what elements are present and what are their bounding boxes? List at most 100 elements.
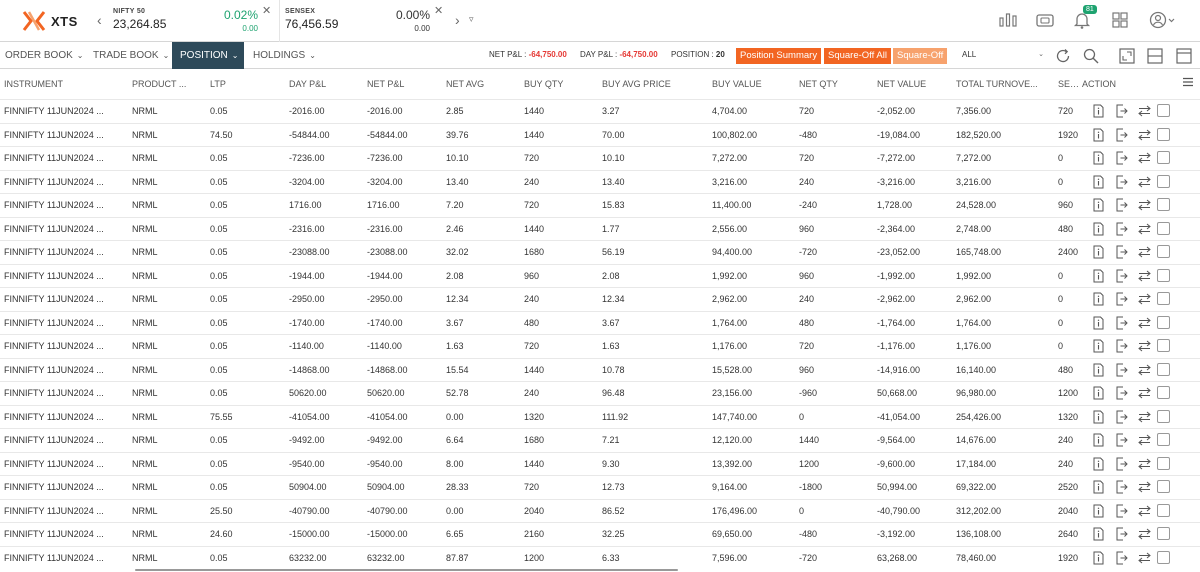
table-row[interactable]: FINNIFTY 11JUN2024 ... NRML 0.05 -9540.00 -9… [0,451,1200,476]
convert-icon[interactable] [1138,151,1151,165]
row-select-checkbox[interactable] [1157,198,1170,211]
table-row[interactable]: FINNIFTY 11JUN2024 ... NRML 0.05 -7236.00 -7… [0,146,1200,170]
row-select-checkbox[interactable] [1157,245,1170,258]
convert-icon[interactable] [1138,410,1151,424]
exit-icon[interactable] [1115,292,1128,306]
table-row[interactable]: FINNIFTY 11JUN2024 ... NRML 0.05 1716.00 171… [0,193,1200,217]
exit-icon[interactable] [1115,128,1128,142]
info-doc-icon[interactable] [1092,198,1105,212]
wallet-icon[interactable] [1035,10,1055,30]
ticker-next-icon[interactable]: › [455,12,460,28]
exchange-filter-select[interactable]: ALL ⌄ [962,50,1044,59]
info-doc-icon[interactable] [1092,292,1105,306]
square-off-all-button[interactable]: Square-Off All [824,48,891,64]
grid-icon[interactable] [1110,10,1130,30]
info-doc-icon[interactable] [1092,128,1105,142]
exit-icon[interactable] [1115,222,1128,236]
user-icon[interactable] [1148,10,1176,30]
row-select-checkbox[interactable] [1157,503,1170,517]
ticker-sensex[interactable]: SENSEX 76,456.59 [285,8,338,31]
tab-order-book[interactable]: ORDER BOOK ⌄ [5,42,84,69]
info-doc-icon[interactable] [1092,316,1105,330]
ticker-prev-icon[interactable]: ‹ [97,12,102,28]
info-doc-icon[interactable] [1092,175,1105,189]
row-select-checkbox[interactable] [1157,268,1170,282]
info-doc-icon[interactable] [1092,339,1105,353]
table-row[interactable]: FINNIFTY 11JUN2024 ... NRML 24.60 -15000.00… [0,522,1200,546]
row-select-checkbox[interactable] [1157,362,1170,376]
info-doc-icon[interactable] [1092,527,1105,541]
col-total-turnover[interactable]: TOTAL TURNOVE... [956,70,1051,98]
table-row[interactable]: FINNIFTY 11JUN2024 ... NRML 0.05 -1944.00 -1… [0,263,1200,288]
exit-icon[interactable] [1115,527,1128,541]
table-row[interactable]: FINNIFTY 11JUN2024 ... NRML 0.05 -3204.00 -3… [0,169,1200,194]
convert-icon[interactable] [1138,245,1151,259]
ticker-nifty[interactable]: NIFTY 50 23,264.85 [113,8,166,31]
info-doc-icon[interactable] [1092,480,1105,494]
column-menu-icon[interactable] [1182,76,1194,88]
convert-icon[interactable] [1138,104,1151,118]
table-row[interactable]: FINNIFTY 11JUN2024 ... NRML 75.55 -41054.00… [0,404,1200,429]
exit-icon[interactable] [1115,551,1128,565]
convert-icon[interactable] [1138,480,1151,494]
info-doc-icon[interactable] [1092,151,1105,165]
row-select-checkbox[interactable] [1157,315,1170,329]
info-doc-icon[interactable] [1092,269,1105,283]
exit-icon[interactable] [1115,433,1128,447]
table-row[interactable]: FINNIFTY 11JUN2024 ... NRML 0.05 -23088.00 -… [0,240,1200,264]
convert-icon[interactable] [1138,175,1151,189]
row-select-checkbox[interactable] [1157,409,1170,423]
convert-icon[interactable] [1138,339,1151,353]
square-off-button[interactable]: Square-Off [893,48,948,64]
convert-icon[interactable] [1138,551,1151,565]
expand-icon[interactable] [1118,47,1136,65]
convert-icon[interactable] [1138,433,1151,447]
col-net-value[interactable]: NET VALUE [877,70,947,98]
row-select-checkbox[interactable] [1157,104,1170,117]
info-doc-icon[interactable] [1092,551,1105,565]
exit-icon[interactable] [1115,504,1128,518]
convert-icon[interactable] [1138,198,1151,212]
col-buy-qty[interactable]: BUY QTY [524,70,594,98]
exit-icon[interactable] [1115,457,1128,471]
col-buy-value[interactable]: BUY VALUE [712,70,792,98]
layout-icon[interactable] [1146,47,1164,65]
table-row[interactable]: FINNIFTY 11JUN2024 ... NRML 0.05 -9492.00 -9… [0,428,1200,452]
table-row[interactable]: FINNIFTY 11JUN2024 ... NRML 0.05 50620.00 50… [0,381,1200,405]
table-row[interactable]: FINNIFTY 11JUN2024 ... NRML 0.05 -2950.00 -2… [0,287,1200,311]
row-select-checkbox[interactable] [1157,527,1170,540]
row-select-checkbox[interactable] [1157,550,1170,564]
tab-holdings[interactable]: HOLDINGS ⌄ [253,42,316,69]
col-day-pnl[interactable]: DAY P&L [289,70,359,98]
exit-icon[interactable] [1115,386,1128,400]
info-doc-icon[interactable] [1092,245,1105,259]
refresh-icon[interactable] [1054,47,1072,65]
search-icon[interactable] [1082,47,1100,65]
exit-icon[interactable] [1115,363,1128,377]
convert-icon[interactable] [1138,128,1151,142]
convert-icon[interactable] [1138,292,1151,306]
col-net-avg[interactable]: NET AVG [446,70,516,98]
exit-icon[interactable] [1115,104,1128,118]
exit-icon[interactable] [1115,198,1128,212]
convert-icon[interactable] [1138,504,1151,518]
col-product[interactable]: PRODUCT ... [132,70,202,98]
table-row[interactable]: FINNIFTY 11JUN2024 ... NRML 0.05 -1740.00 -1… [0,310,1200,335]
convert-icon[interactable] [1138,386,1151,400]
info-doc-icon[interactable] [1092,457,1105,471]
row-select-checkbox[interactable] [1157,174,1170,188]
close-icon[interactable]: ✕ [262,4,271,17]
row-select-checkbox[interactable] [1157,339,1170,352]
info-doc-icon[interactable] [1092,363,1105,377]
row-select-checkbox[interactable] [1157,127,1170,141]
col-sell-qty[interactable]: SELL Q [1058,70,1082,98]
chart-bars-icon[interactable] [998,10,1018,30]
col-ltp[interactable]: LTP [210,70,280,98]
info-doc-icon[interactable] [1092,433,1105,447]
row-select-checkbox[interactable] [1157,151,1170,164]
convert-icon[interactable] [1138,527,1151,541]
col-net-qty[interactable]: NET QTY [799,70,869,98]
info-doc-icon[interactable] [1092,386,1105,400]
row-select-checkbox[interactable] [1157,456,1170,470]
table-row[interactable]: FINNIFTY 11JUN2024 ... NRML 0.05 -2016.00 -2… [0,99,1200,123]
